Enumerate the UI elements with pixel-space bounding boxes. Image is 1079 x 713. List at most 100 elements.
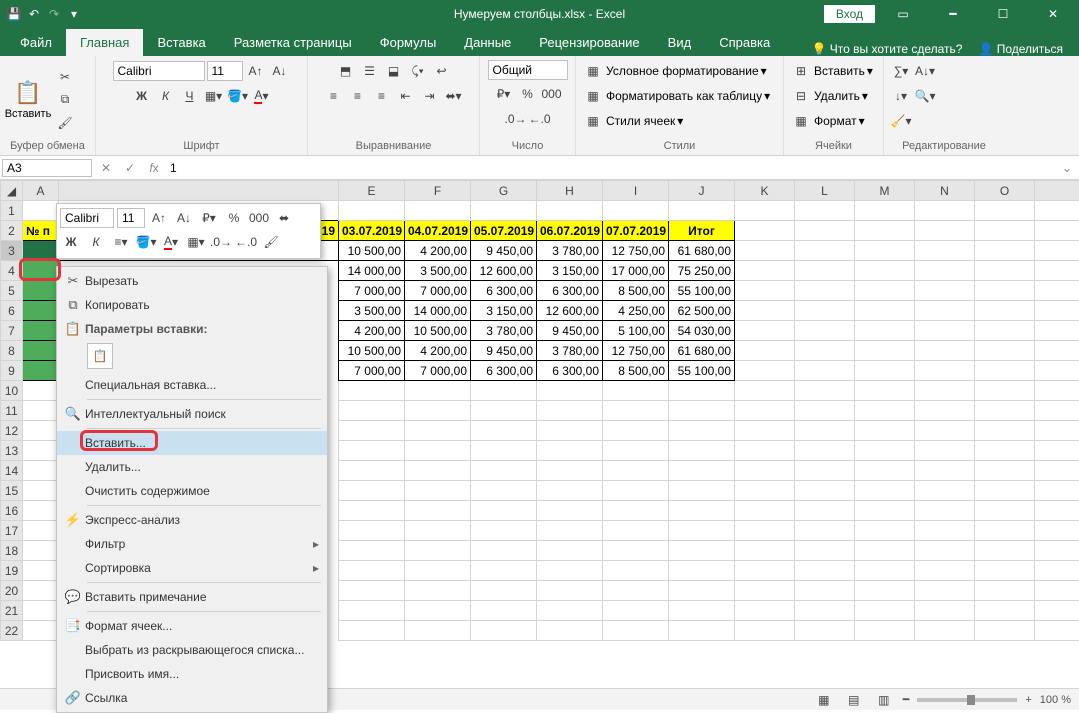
decrease-font-icon[interactable]: A↓: [269, 60, 291, 82]
ctx-copy[interactable]: ⧉Копировать: [57, 293, 327, 317]
cond-format-button[interactable]: ▦Условное форматирование ▾: [582, 60, 767, 82]
close-button[interactable]: ✕: [1031, 0, 1075, 28]
col-hdr[interactable]: K: [735, 181, 795, 201]
col-hdr[interactable]: N: [915, 181, 975, 201]
font-combo[interactable]: Calibri: [113, 61, 205, 81]
cell[interactable]: 05.07.2019: [471, 221, 537, 241]
col-hdr[interactable]: G: [471, 181, 537, 201]
bold-button[interactable]: Ж: [131, 85, 153, 107]
mini-bold-icon[interactable]: Ж: [60, 231, 82, 253]
zoom-slider[interactable]: [917, 698, 1017, 702]
row-header-selected[interactable]: 3: [1, 241, 23, 261]
format-table-button[interactable]: ▦Форматировать как таблицу ▾: [582, 85, 770, 107]
cancel-formula-icon[interactable]: ✕: [94, 161, 118, 175]
ctx-paste-special[interactable]: Специальная вставка...: [57, 373, 327, 397]
cells-insert-button[interactable]: ⊞Вставить ▾: [790, 60, 873, 82]
undo-icon[interactable]: ↶: [26, 6, 42, 22]
mini-percent-icon[interactable]: %: [223, 207, 245, 229]
orientation-icon[interactable]: ⤹▾: [407, 60, 429, 82]
comma-icon[interactable]: 000: [541, 83, 563, 105]
view-normal-icon[interactable]: ▦: [813, 689, 835, 711]
ribbon-options-icon[interactable]: ▭: [881, 0, 925, 28]
mini-inc-font-icon[interactable]: A↑: [148, 207, 170, 229]
cell[interactable]: № п: [23, 221, 59, 241]
share-button[interactable]: 👤 Поделиться: [978, 42, 1063, 56]
copy-icon[interactable]: ⧉: [54, 89, 76, 111]
italic-button[interactable]: К: [155, 85, 177, 107]
mini-merge-icon[interactable]: ⬌: [273, 207, 295, 229]
cells-format-button[interactable]: ▦Формат ▾: [790, 110, 865, 132]
formula-input[interactable]: 1: [166, 160, 1055, 176]
cell[interactable]: 06.07.2019: [537, 221, 603, 241]
clear-icon[interactable]: 🧹▾: [890, 110, 912, 132]
ctx-comment[interactable]: 💬Вставить примечание: [57, 585, 327, 609]
tab-data[interactable]: Данные: [450, 29, 525, 56]
cell[interactable]: 03.07.2019: [339, 221, 405, 241]
redo-icon[interactable]: ↷: [46, 6, 62, 22]
underline-button[interactable]: Ч: [179, 85, 201, 107]
select-all-corner[interactable]: ◢: [1, 181, 23, 201]
find-icon[interactable]: 🔍▾: [914, 85, 936, 107]
mini-size[interactable]: 11: [117, 208, 145, 228]
tab-file[interactable]: Файл: [6, 29, 66, 56]
ctx-smart-lookup[interactable]: 🔍Интеллектуальный поиск: [57, 402, 327, 426]
increase-font-icon[interactable]: A↑: [245, 60, 267, 82]
align-middle-icon[interactable]: ☰: [359, 60, 381, 82]
col-hdr[interactable]: I: [603, 181, 669, 201]
zoom-in-icon[interactable]: +: [1025, 694, 1031, 706]
save-icon[interactable]: 💾: [6, 6, 22, 22]
tab-insert[interactable]: Вставка: [143, 29, 219, 56]
indent-dec-icon[interactable]: ⇤: [395, 85, 417, 107]
col-hdr[interactable]: H: [537, 181, 603, 201]
enter-formula-icon[interactable]: ✓: [118, 161, 142, 175]
zoom-value[interactable]: 100 %: [1040, 694, 1071, 706]
mini-dec-font-icon[interactable]: A↓: [173, 207, 195, 229]
sort-filter-icon[interactable]: A↓▾: [914, 60, 936, 82]
login-button[interactable]: Вход: [824, 5, 875, 23]
font-size-combo[interactable]: 11: [207, 61, 243, 81]
wrap-text-icon[interactable]: ↩: [431, 60, 453, 82]
zoom-out-icon[interactable]: ━: [903, 693, 910, 706]
mini-align-icon[interactable]: ≡▾: [110, 231, 132, 253]
tab-formulas[interactable]: Формулы: [366, 29, 451, 56]
mini-dec-dec-icon[interactable]: ←.0: [235, 231, 257, 253]
ctx-filter[interactable]: Фильтр▸: [57, 532, 327, 556]
increase-decimal-icon[interactable]: .0→: [504, 108, 526, 130]
minimize-button[interactable]: ━: [931, 0, 975, 28]
tab-help[interactable]: Справка: [705, 29, 784, 56]
paste-button[interactable]: 📋 Вставить: [6, 67, 50, 133]
align-left-icon[interactable]: ≡: [323, 85, 345, 107]
qat-dropdown-icon[interactable]: ▾: [66, 6, 82, 22]
mini-comma-icon[interactable]: 000: [248, 207, 270, 229]
align-top-icon[interactable]: ⬒: [335, 60, 357, 82]
ctx-name[interactable]: Присвоить имя...: [57, 662, 327, 686]
tab-page-layout[interactable]: Разметка страницы: [220, 29, 366, 56]
align-bottom-icon[interactable]: ⬓: [383, 60, 405, 82]
currency-icon[interactable]: ₽▾: [493, 83, 515, 105]
cell[interactable]: Итог: [669, 221, 735, 241]
indent-inc-icon[interactable]: ⇥: [419, 85, 441, 107]
cell[interactable]: 10 500,00: [339, 241, 405, 261]
mini-border-icon[interactable]: ▦▾: [185, 231, 207, 253]
cell[interactable]: 4 200,00: [405, 241, 471, 261]
ctx-delete[interactable]: Удалить...: [57, 455, 327, 479]
ctx-quick[interactable]: ⚡Экспресс-анализ: [57, 508, 327, 532]
ctx-sort[interactable]: Сортировка▸: [57, 556, 327, 580]
fill-color-icon[interactable]: 🪣▾: [227, 85, 249, 107]
cell[interactable]: 61 680,00: [669, 241, 735, 261]
tab-review[interactable]: Рецензирование: [525, 29, 653, 56]
cell[interactable]: 12 750,00: [603, 241, 669, 261]
number-format-combo[interactable]: Общий: [488, 60, 568, 80]
view-layout-icon[interactable]: ▤: [843, 689, 865, 711]
cell-styles-button[interactable]: ▦Стили ячеек ▾: [582, 110, 683, 132]
ctx-pick[interactable]: Выбрать из раскрывающегося списка...: [57, 638, 327, 662]
cell[interactable]: 04.07.2019: [405, 221, 471, 241]
fx-icon[interactable]: fx: [142, 161, 166, 175]
name-box[interactable]: [2, 159, 92, 177]
autosum-icon[interactable]: ∑▾: [890, 60, 912, 82]
percent-icon[interactable]: %: [517, 83, 539, 105]
ctx-clear[interactable]: Очистить содержимое: [57, 479, 327, 503]
merge-icon[interactable]: ⬌▾: [443, 85, 465, 107]
align-center-icon[interactable]: ≡: [347, 85, 369, 107]
cell[interactable]: 9 450,00: [471, 241, 537, 261]
